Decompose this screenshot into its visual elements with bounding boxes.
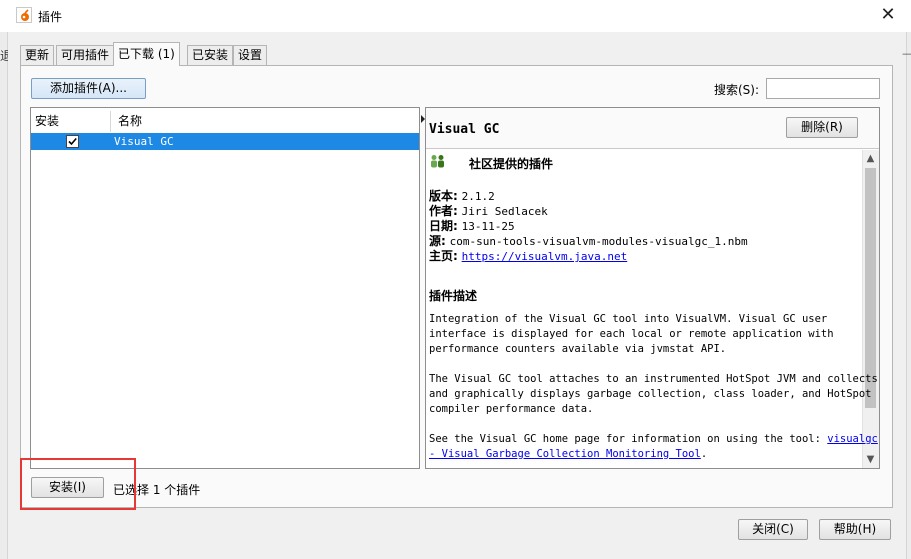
scroll-up-icon[interactable]: ▲ [862,151,879,166]
close-button[interactable]: 关闭(C) [738,519,808,540]
visualgc-tool-link[interactable]: - Visual Garbage Collection Monitoring T… [429,448,701,460]
highlight-annotation [20,458,136,510]
tab-installed[interactable]: 已安装 [187,45,234,65]
background-window-edge-right [906,32,911,559]
homepage-label: 主页: [429,249,458,263]
plugin-table [30,107,420,469]
description-text: See the Visual GC home page for informat… [429,433,828,445]
window-title: 插件 [38,10,63,24]
search-label: 搜索(S): [714,83,760,97]
description-end: . [700,448,708,460]
tab-downloaded[interactable]: 已下载 (1) [113,42,180,66]
date-label: 日期: [429,219,458,233]
checkmark-icon [68,137,77,146]
column-header-install[interactable]: 安装 [31,111,111,132]
description-paragraph: Integration of the Visual GC tool into V… [429,313,834,355]
background-window-glyph: 退 [0,49,8,63]
tab-available-plugins[interactable]: 可用插件 [56,45,115,65]
description-title: 插件描述 [429,289,478,303]
background-window-glyph-right: — [902,47,911,60]
column-header-name[interactable]: 名称 [113,111,419,132]
help-button[interactable]: 帮助(H) [819,519,891,540]
plugin-title: Visual GC [429,122,500,137]
plugin-name-cell: Visual GC [114,135,174,148]
app-icon [16,7,32,23]
tab-settings[interactable]: 设置 [233,45,268,65]
author-label: 作者: [429,204,458,218]
delete-button[interactable]: 删除(R) [786,117,858,138]
install-checkbox[interactable] [66,135,79,148]
community-label: 社区提供的插件 [469,157,554,171]
source-label: 源: [429,234,446,248]
table-row[interactable] [31,133,419,150]
search-input[interactable] [766,78,880,99]
homepage-row: 主页: https://visualvm.java.net [429,247,627,264]
close-window-button[interactable]: ✕ [872,3,904,29]
community-people-icon [431,155,444,168]
background-window-edge [0,32,8,559]
version-label: 版本: [429,189,458,203]
homepage-link[interactable]: https://visualvm.java.net [462,250,628,263]
visualgc-link[interactable]: visualgc [827,433,878,445]
add-plugin-button[interactable]: 添加插件(A)... [31,78,146,99]
description-paragraph: See the Visual GC home page for informat… [429,432,878,462]
tab-updates[interactable]: 更新 [20,45,55,65]
title-bar [0,0,911,32]
description-paragraph: The Visual GC tool attaches to an instru… [429,373,878,415]
